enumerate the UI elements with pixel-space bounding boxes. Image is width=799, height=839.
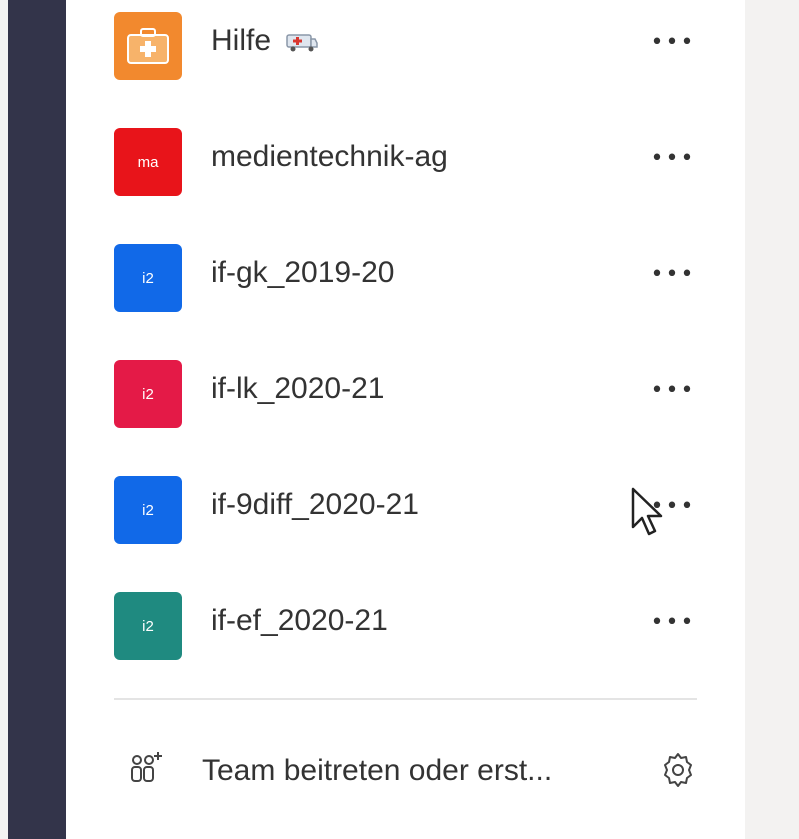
more-options-button[interactable]: •••: [651, 370, 695, 410]
gear-icon[interactable]: [658, 750, 698, 790]
team-avatar: ma: [114, 128, 182, 196]
team-name: if-9diff_2020-21: [211, 488, 419, 521]
window-edge: [0, 0, 8, 839]
team-item-if-gk_2019-20[interactable]: i2 if-gk_2019-20 •••: [66, 240, 745, 320]
team-item-hilfe[interactable]: Hilfe •••: [66, 8, 745, 88]
add-people-icon: [131, 752, 162, 782]
mouse-cursor-icon: [631, 487, 663, 536]
join-or-create-team[interactable]: Team beitreten oder erst...: [66, 730, 745, 810]
team-item-medientechnik-ag[interactable]: ma medientechnik-ag •••: [66, 124, 745, 204]
team-item-if-lk_2020-21[interactable]: i2 if-lk_2020-21 •••: [66, 356, 745, 436]
more-options-button[interactable]: •••: [651, 254, 695, 294]
more-options-button[interactable]: •••: [651, 138, 695, 178]
briefcase-icon: [127, 28, 169, 64]
content-pane: [745, 0, 799, 839]
team-avatar: i2: [114, 592, 182, 660]
team-avatar: i2: [114, 476, 182, 544]
team-avatar: [114, 12, 182, 80]
more-options-button[interactable]: •••: [651, 22, 695, 62]
team-avatar: i2: [114, 360, 182, 428]
team-item-if-ef_2020-21[interactable]: i2 if-ef_2020-21 •••: [66, 588, 745, 668]
teams-list-panel: Hilfe ••• ma medientechnik-ag ••• i2 if-…: [66, 0, 745, 839]
team-name: if-gk_2019-20: [211, 256, 395, 289]
app-rail: [0, 0, 66, 839]
more-options-button[interactable]: •••: [651, 602, 695, 642]
team-name: Hilfe: [211, 24, 319, 58]
divider: [114, 698, 697, 700]
ambulance-icon: [286, 34, 319, 52]
team-name: medientechnik-ag: [211, 140, 448, 173]
team-name: if-lk_2020-21: [211, 372, 385, 405]
team-avatar: i2: [114, 244, 182, 312]
join-team-label: Team beitreten oder erst...: [202, 754, 553, 787]
team-name: if-ef_2020-21: [211, 604, 388, 637]
